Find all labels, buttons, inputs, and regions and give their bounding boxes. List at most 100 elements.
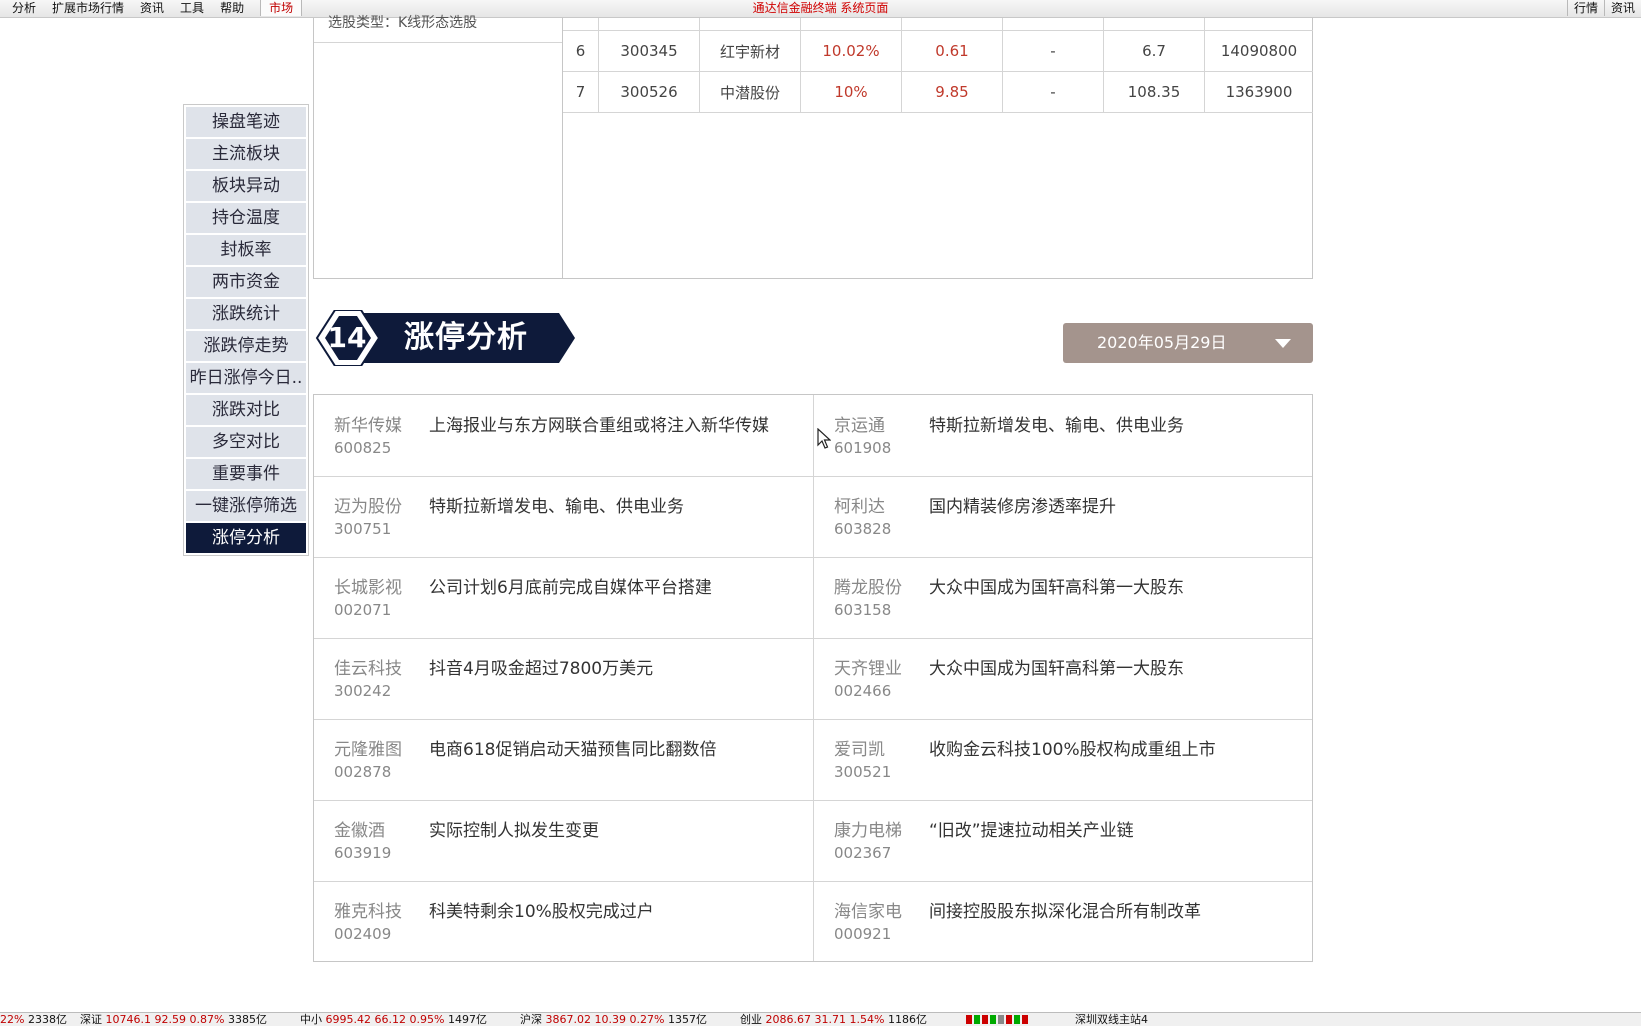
- sidebar-item-yesterday-limit[interactable]: 昨日涨停今日..: [186, 363, 306, 393]
- sidebar-item-rise-fall-stats[interactable]: 涨跌统计: [186, 299, 306, 329]
- stock-name: 中潜股份: [700, 72, 801, 112]
- market-indicator-icon: [966, 1015, 1028, 1024]
- section-number: 14: [327, 321, 367, 354]
- menu-item-news[interactable]: 资讯: [132, 0, 172, 16]
- stock-name: 长城影视: [334, 578, 402, 598]
- limit-up-item[interactable]: 佳云科技 300242 抖音4月吸金超过7800万美元: [314, 638, 813, 719]
- empty-value: -: [1003, 72, 1104, 112]
- limit-up-reason: 实际控制人拟发生变更: [429, 821, 599, 841]
- stock-code: 600825: [334, 439, 392, 457]
- stock-name: 新华传媒: [334, 416, 402, 436]
- app-window: 分析 扩展市场行情 资讯 工具 帮助 市场 通达信金融终端 系统页面 行情 资讯…: [0, 0, 1641, 1026]
- stock-pick-panel: 选股类型：K线形态选股 6 300345 红宇新材 10.02% 0.61 - …: [313, 15, 1313, 279]
- limit-up-item[interactable]: 京运通 601908 特斯拉新增发电、输电、供电业务: [814, 395, 1313, 476]
- limit-up-item[interactable]: 康力电梯 002367 “旧改”提速拉动相关产业链: [814, 800, 1313, 881]
- stock-code: 002367: [834, 844, 892, 862]
- sidebar-item-key-events[interactable]: 重要事件: [186, 459, 306, 489]
- menu-item-market[interactable]: 市场: [260, 0, 303, 16]
- limit-up-item[interactable]: 海信家电 000921 间接控股股东拟深化混合所有制改革: [814, 881, 1313, 962]
- stock-name: 迈为股份: [334, 497, 402, 517]
- sidebar-item-seal-rate[interactable]: 封板率: [186, 235, 306, 265]
- limit-up-reason: 科美特剩余10%股权完成过户: [429, 902, 654, 922]
- limit-up-reason: 抖音4月吸金超过7800万美元: [429, 659, 654, 679]
- stock-code: 000921: [834, 925, 892, 943]
- stock-code: 603919: [334, 844, 392, 862]
- menu-item-tools[interactable]: 工具: [172, 0, 212, 16]
- status-index-chinext[interactable]: 创业 2086.67 31.71 1.54% 1186亿: [740, 1013, 927, 1026]
- table-row[interactable]: 6 300345 红宇新材 10.02% 0.61 - 6.7 14090800: [563, 31, 1313, 72]
- status-index-sme[interactable]: 中小 6995.42 66.12 0.95% 1497亿: [300, 1013, 487, 1026]
- limit-up-reason: 特斯拉新增发电、输电、供电业务: [429, 497, 684, 517]
- limit-up-item[interactable]: 迈为股份 300751 特斯拉新增发电、输电、供电业务: [314, 476, 813, 557]
- limit-up-reason: 收购金云科技100%股权构成重组上市: [929, 740, 1216, 760]
- status-index-shenzhen[interactable]: 深证 10746.1 92.59 0.87% 3385亿: [80, 1013, 267, 1026]
- sidebar-item-market-funds[interactable]: 两市资金: [186, 267, 306, 297]
- change-amount: 9.85: [902, 72, 1003, 112]
- divider: [314, 42, 562, 43]
- sidebar-item-rise-fall-compare[interactable]: 涨跌对比: [186, 395, 306, 425]
- limit-up-item[interactable]: 金徽酒 603919 实际控制人拟发生变更: [314, 800, 813, 881]
- limit-up-item[interactable]: 天齐锂业 002466 大众中国成为国轩高科第一大股东: [814, 638, 1313, 719]
- limit-up-reason: 上海报业与东方网联合重组或将注入新华传媒: [429, 416, 769, 436]
- stock-code: 603828: [834, 520, 892, 538]
- stock-code: 300751: [334, 520, 392, 538]
- limit-up-reason: 大众中国成为国轩高科第一大股东: [929, 659, 1184, 679]
- row-index: 7: [563, 72, 599, 112]
- stock-code: 300521: [834, 763, 892, 781]
- stock-name: 元隆雅图: [334, 740, 402, 760]
- menu-item-quotes[interactable]: 行情: [1566, 0, 1604, 16]
- limit-up-item[interactable]: 长城影视 002071 公司计划6月底前完成自媒体平台搭建: [314, 557, 813, 638]
- price-value: 6.7: [1104, 31, 1205, 71]
- sidebar-item-limit-analysis[interactable]: 涨停分析: [186, 523, 306, 553]
- stock-code: 002409: [334, 925, 392, 943]
- menu-item-analysis[interactable]: 分析: [4, 0, 44, 16]
- stock-name: 佳云科技: [334, 659, 402, 679]
- limit-up-item[interactable]: 柯利达 603828 国内精装修房渗透率提升: [814, 476, 1313, 557]
- stock-code: 002071: [334, 601, 392, 619]
- stock-code: 601908: [834, 439, 892, 457]
- limit-up-reason: “旧改”提速拉动相关产业链: [929, 821, 1134, 841]
- stock-code: 300345: [599, 31, 700, 71]
- limit-up-analysis-grid: 新华传媒 600825 上海报业与东方网联合重组或将注入新华传媒 京运通 601908 特…: [313, 394, 1313, 962]
- status-bar: 22% 2338亿 深证 10746.1 92.59 0.87% 3385亿 中…: [0, 1012, 1641, 1026]
- table-row-cut: [563, 18, 1313, 31]
- chevron-down-icon: [1275, 339, 1291, 348]
- sidebar-item-main-sectors[interactable]: 主流板块: [186, 139, 306, 169]
- limit-up-reason: 公司计划6月底前完成自媒体平台搭建: [429, 578, 712, 598]
- table-row[interactable]: 7 300526 中潜股份 10% 9.85 - 108.35 1363900: [563, 72, 1313, 113]
- status-pct-0: 22%: [0, 1013, 25, 1026]
- sidebar-item-bull-bear-compare[interactable]: 多空对比: [186, 427, 306, 457]
- row-index: 6: [563, 31, 599, 71]
- menu-item-extended-market[interactable]: 扩展市场行情: [44, 0, 132, 16]
- limit-up-item[interactable]: 新华传媒 600825 上海报业与东方网联合重组或将注入新华传媒: [314, 395, 813, 476]
- stock-name: 爱司凯: [834, 740, 885, 760]
- sidebar-item-trading-notes[interactable]: 操盘笔迹: [186, 107, 306, 137]
- limit-up-item[interactable]: 爱司凯 300521 收购金云科技100%股权构成重组上市: [814, 719, 1313, 800]
- menu-item-help[interactable]: 帮助: [212, 0, 252, 16]
- menu-item-info[interactable]: 资讯: [1603, 0, 1641, 16]
- sidebar-item-position-temperature[interactable]: 持仓温度: [186, 203, 306, 233]
- sidebar-item-limit-trend[interactable]: 涨跌停走势: [186, 331, 306, 361]
- empty-value: -: [1003, 31, 1104, 71]
- stock-code: 002466: [834, 682, 892, 700]
- change-amount: 0.61: [902, 31, 1003, 71]
- stock-name: 京运通: [834, 416, 885, 436]
- menu-left: 分析 扩展市场行情 资讯 工具 帮助 市场: [4, 0, 303, 16]
- menu-bar: 分析 扩展市场行情 资讯 工具 帮助 市场 通达信金融终端 系统页面 行情 资讯: [0, 0, 1641, 18]
- volume-value: 1363900: [1225, 83, 1293, 101]
- stock-name: 海信家电: [834, 902, 902, 922]
- sidebar-item-sector-movement[interactable]: 板块异动: [186, 171, 306, 201]
- status-amount-0: 2338亿: [27, 1013, 67, 1026]
- status-index-hs[interactable]: 沪深 3867.02 10.39 0.27% 1357亿: [520, 1013, 707, 1026]
- price-value: 108.35: [1104, 72, 1205, 112]
- date-dropdown[interactable]: 2020年05月29日: [1063, 323, 1313, 363]
- sidebar-item-limit-filter[interactable]: 一键涨停筛选: [186, 491, 306, 521]
- limit-up-item[interactable]: 元隆雅图 002878 电商618促销启动天猫预售同比翻数倍: [314, 719, 813, 800]
- volume-value: 14090800: [1220, 42, 1298, 60]
- limit-up-reason: 间接控股股东拟深化混合所有制改革: [929, 902, 1201, 922]
- limit-up-reason: 国内精装修房渗透率提升: [929, 497, 1116, 517]
- stock-code: 300242: [334, 682, 392, 700]
- stock-pick-info: 选股类型：K线形态选股: [314, 15, 563, 278]
- limit-up-item[interactable]: 腾龙股份 603158 大众中国成为国轩高科第一大股东: [814, 557, 1313, 638]
- limit-up-item[interactable]: 雅克科技 002409 科美特剩余10%股权完成过户: [314, 881, 813, 962]
